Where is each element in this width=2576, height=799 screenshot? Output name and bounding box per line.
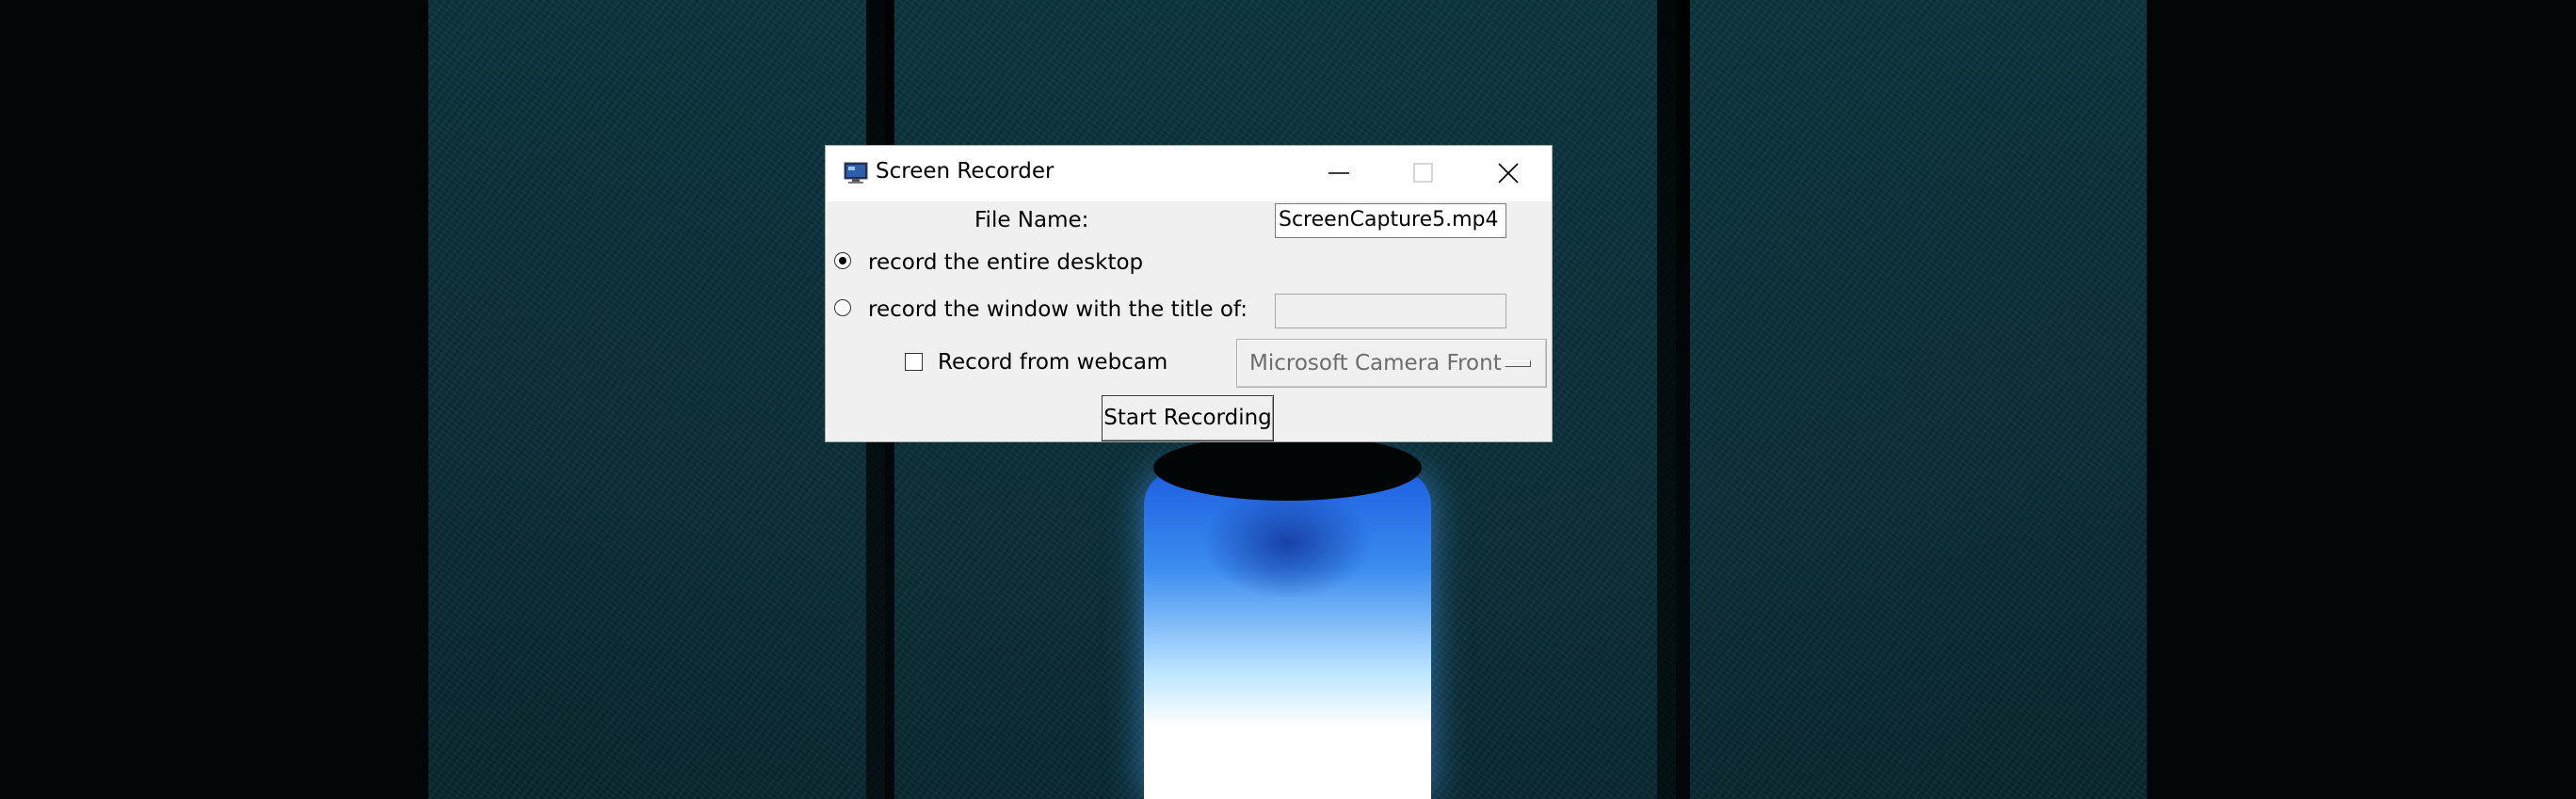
maximize-button[interactable]: [1381, 146, 1466, 201]
file-name-input[interactable]: ScreenCapture5.mp4: [1275, 203, 1506, 238]
monitor-icon: [844, 161, 868, 185]
background-pillar-right: [1690, 0, 2147, 799]
dropdown-indicator-icon: [1505, 360, 1531, 367]
start-recording-button[interactable]: Start Recording: [1102, 395, 1274, 441]
minimize-button[interactable]: [1296, 146, 1381, 201]
camera-select-value: Microsoft Camera Front: [1249, 351, 1502, 376]
record-window-label[interactable]: record the window with the title of:: [868, 297, 1248, 322]
radio-selected-dot: [839, 257, 846, 264]
background-pillar-left: [428, 0, 885, 799]
glowing-bottle: [1144, 471, 1431, 799]
close-button[interactable]: [1466, 146, 1551, 201]
screen-recorder-window: Screen Recorder File Name: ScreenCapture…: [825, 145, 1553, 442]
webcam-checkbox-label[interactable]: Record from webcam: [938, 350, 1167, 375]
record-desktop-label[interactable]: record the entire desktop: [868, 250, 1143, 275]
bottle-cap: [1153, 435, 1422, 501]
close-icon: [1498, 163, 1519, 184]
window-title: Screen Recorder: [876, 159, 1055, 184]
file-name-label: File Name:: [974, 208, 1089, 232]
background-gap: [1657, 0, 1690, 799]
webcam-checkbox[interactable]: [905, 353, 923, 371]
record-desktop-radio[interactable]: [834, 252, 851, 269]
minimize-icon: [1328, 172, 1349, 174]
maximize-icon: [1413, 163, 1433, 183]
camera-select-dropdown[interactable]: Microsoft Camera Front: [1236, 339, 1547, 388]
record-window-radio[interactable]: [834, 299, 851, 316]
title-bar[interactable]: Screen Recorder: [826, 146, 1552, 201]
window-title-input[interactable]: [1275, 294, 1506, 328]
